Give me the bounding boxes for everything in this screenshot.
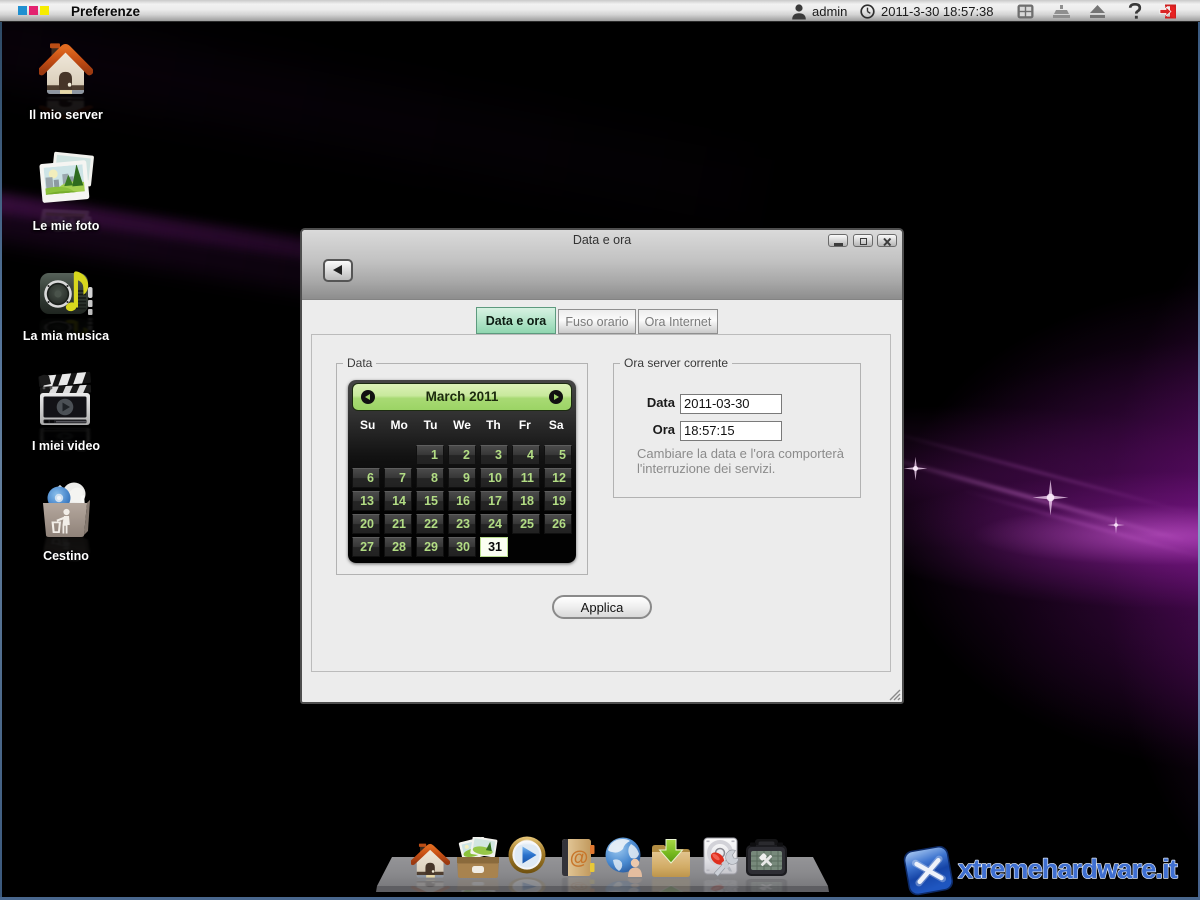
svg-text:@: @	[570, 881, 589, 892]
svg-text:xtremehardware.it: xtremehardware.it	[958, 854, 1178, 884]
